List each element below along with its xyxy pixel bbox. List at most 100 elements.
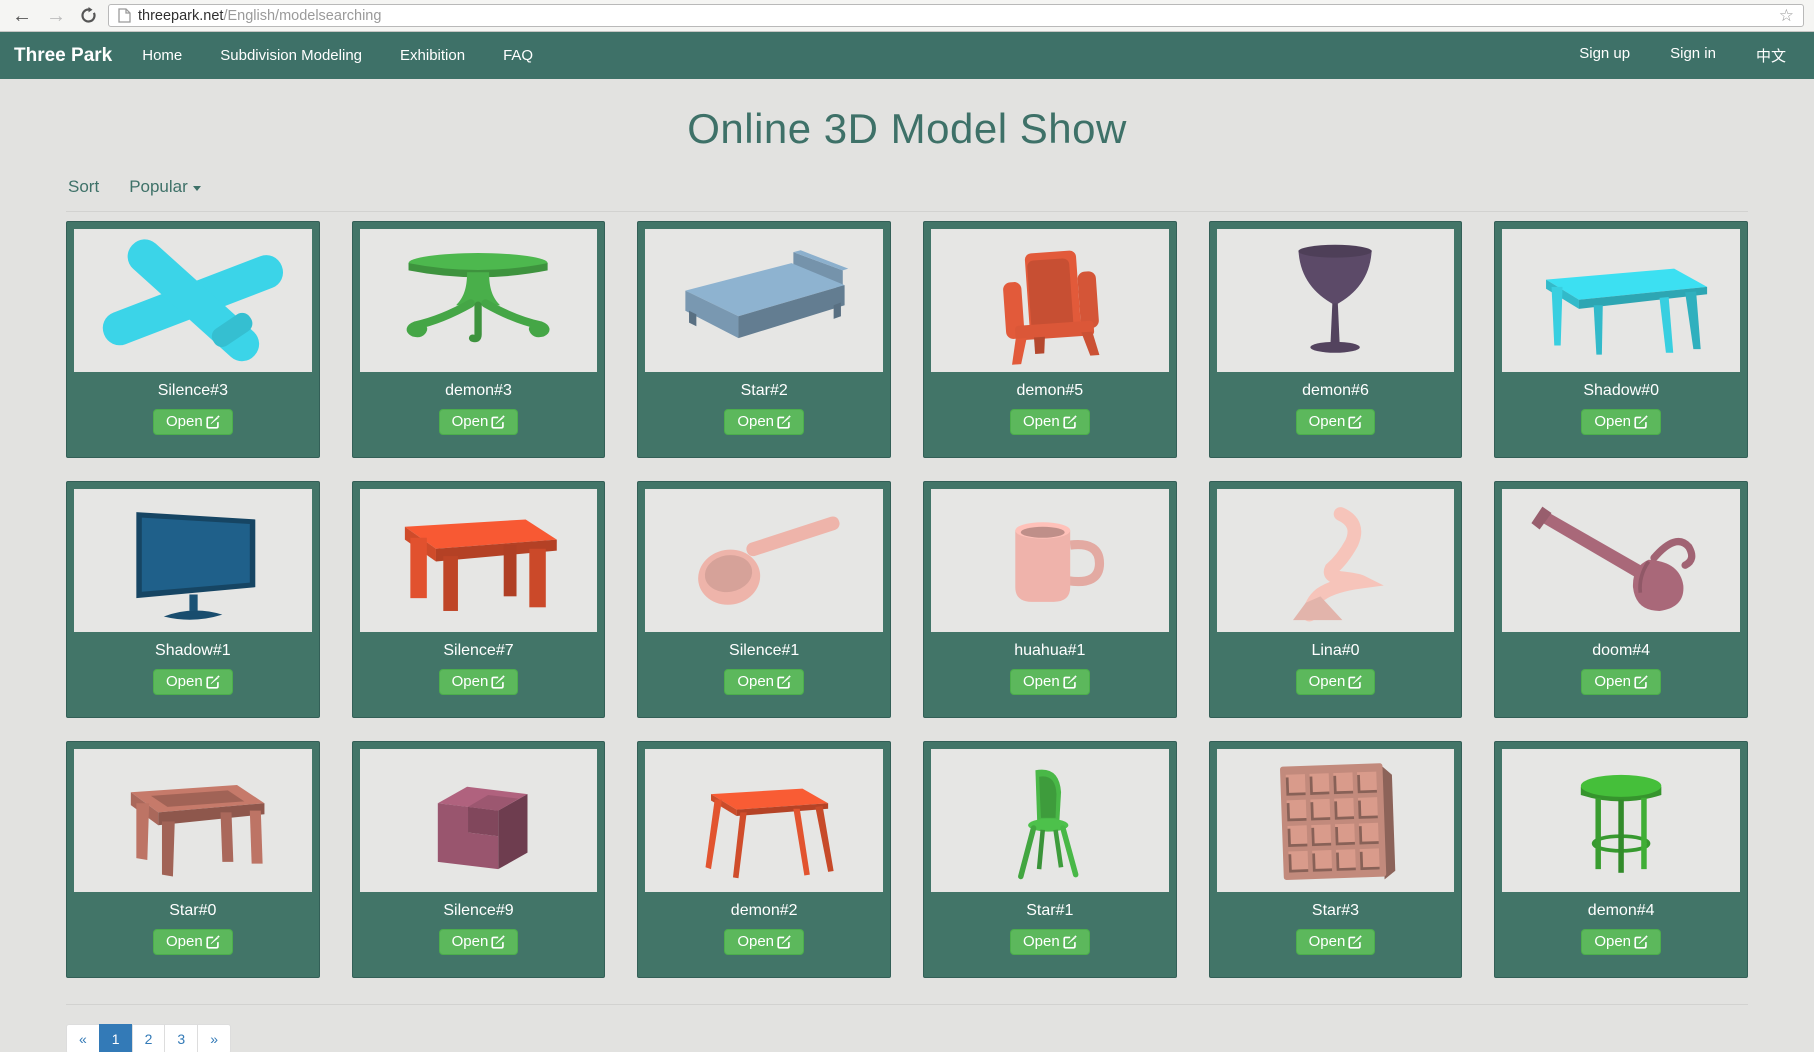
open-button-label: Open (1309, 413, 1346, 430)
prev-page-button[interactable]: « (66, 1024, 100, 1052)
page-title: Online 3D Model Show (0, 105, 1814, 153)
nav-item-faq[interactable]: FAQ (503, 47, 533, 64)
model-name: Star#3 (1217, 892, 1455, 929)
bottom-divider (66, 1004, 1748, 1005)
edit-icon (1634, 675, 1648, 689)
model-name: demon#5 (931, 372, 1169, 409)
edit-icon (1348, 675, 1362, 689)
open-button[interactable]: Open (1581, 929, 1661, 955)
url-host: threepark.net (138, 8, 223, 24)
nav-links: Home Subdivision Modeling Exhibition FAQ (142, 47, 533, 64)
url-path: /English/modelsearching (223, 8, 381, 24)
model-name: demon#6 (1217, 372, 1455, 409)
forward-button[interactable]: → (44, 6, 68, 26)
model-card: demon#6 Open (1209, 221, 1463, 458)
open-button-label: Open (452, 933, 489, 950)
model-card: Star#1 Open (923, 741, 1177, 978)
model-image (931, 229, 1169, 372)
open-button-label: Open (1309, 933, 1346, 950)
open-button[interactable]: Open (724, 409, 804, 435)
model-image (1217, 489, 1455, 632)
model-grid: Silence#3 Open demon#3 Open (66, 221, 1748, 978)
open-button[interactable]: Open (153, 669, 233, 695)
model-image (360, 229, 598, 372)
model-name: demon#4 (1502, 892, 1740, 929)
model-image (645, 489, 883, 632)
signup-link[interactable]: Sign up (1579, 45, 1630, 66)
edit-icon (777, 415, 791, 429)
open-button[interactable]: Open (1010, 669, 1090, 695)
nav-item-subdivision-modeling[interactable]: Subdivision Modeling (220, 47, 362, 64)
open-button[interactable]: Open (724, 669, 804, 695)
bookmark-star-icon[interactable]: ☆ (1779, 6, 1794, 26)
page-button[interactable]: 1 (99, 1024, 133, 1052)
model-image (74, 489, 312, 632)
sort-toolbar: Sort Popular (66, 173, 1748, 211)
model-card: demon#4 Open (1494, 741, 1748, 978)
open-button[interactable]: Open (724, 929, 804, 955)
next-page-button[interactable]: » (197, 1024, 231, 1052)
model-card: Lina#0 Open (1209, 481, 1463, 718)
model-image (931, 489, 1169, 632)
page-button[interactable]: 2 (132, 1024, 166, 1052)
model-name: doom#4 (1502, 632, 1740, 669)
open-button[interactable]: Open (1010, 929, 1090, 955)
model-name: Silence#3 (74, 372, 312, 409)
open-button[interactable]: Open (439, 409, 519, 435)
open-button-label: Open (1594, 413, 1631, 430)
open-button-label: Open (1594, 673, 1631, 690)
back-button[interactable]: ← (10, 6, 34, 26)
browser-toolbar: ← → threepark.net/English/modelsearching… (0, 0, 1814, 32)
edit-icon (491, 415, 505, 429)
popular-dropdown[interactable]: Popular (129, 177, 201, 197)
model-image (645, 229, 883, 372)
refresh-icon (80, 7, 97, 24)
open-button[interactable]: Open (1296, 409, 1376, 435)
open-button[interactable]: Open (1296, 669, 1376, 695)
open-button[interactable]: Open (1581, 409, 1661, 435)
edit-icon (777, 935, 791, 949)
brand-logo[interactable]: Three Park (14, 45, 112, 67)
model-card: Silence#9 Open (352, 741, 606, 978)
model-name: Star#2 (645, 372, 883, 409)
model-name: Star#0 (74, 892, 312, 929)
model-card: huahua#1 Open (923, 481, 1177, 718)
open-button[interactable]: Open (1010, 409, 1090, 435)
open-button[interactable]: Open (439, 669, 519, 695)
model-name: Silence#9 (360, 892, 598, 929)
open-button[interactable]: Open (1581, 669, 1661, 695)
model-name: demon#3 (360, 372, 598, 409)
edit-icon (1634, 935, 1648, 949)
address-bar[interactable]: threepark.net/English/modelsearching ☆ (108, 4, 1804, 27)
signin-link[interactable]: Sign in (1670, 45, 1716, 66)
edit-icon (206, 935, 220, 949)
refresh-button[interactable] (78, 6, 98, 26)
edit-icon (206, 415, 220, 429)
open-button-label: Open (166, 933, 203, 950)
url-text: threepark.net/English/modelsearching (138, 8, 381, 24)
model-image (360, 749, 598, 892)
model-card: Silence#1 Open (637, 481, 891, 718)
model-image (74, 749, 312, 892)
model-card: Silence#7 Open (352, 481, 606, 718)
open-button[interactable]: Open (153, 929, 233, 955)
open-button[interactable]: Open (153, 409, 233, 435)
open-button[interactable]: Open (1296, 929, 1376, 955)
model-card: Shadow#0 Open (1494, 221, 1748, 458)
nav-item-home[interactable]: Home (142, 47, 182, 64)
page-button[interactable]: 3 (164, 1024, 198, 1052)
model-card: demon#2 Open (637, 741, 891, 978)
model-card: Star#2 Open (637, 221, 891, 458)
language-link[interactable]: 中文 (1756, 45, 1786, 66)
edit-icon (1063, 675, 1077, 689)
page-icon (118, 8, 131, 23)
model-image (1502, 489, 1740, 632)
nav-item-exhibition[interactable]: Exhibition (400, 47, 465, 64)
edit-icon (777, 675, 791, 689)
nav-right: Sign up Sign in 中文 (1579, 45, 1786, 66)
model-card: demon#3 Open (352, 221, 606, 458)
popular-dropdown-label: Popular (129, 177, 188, 197)
model-name: Lina#0 (1217, 632, 1455, 669)
open-button-label: Open (737, 933, 774, 950)
open-button[interactable]: Open (439, 929, 519, 955)
